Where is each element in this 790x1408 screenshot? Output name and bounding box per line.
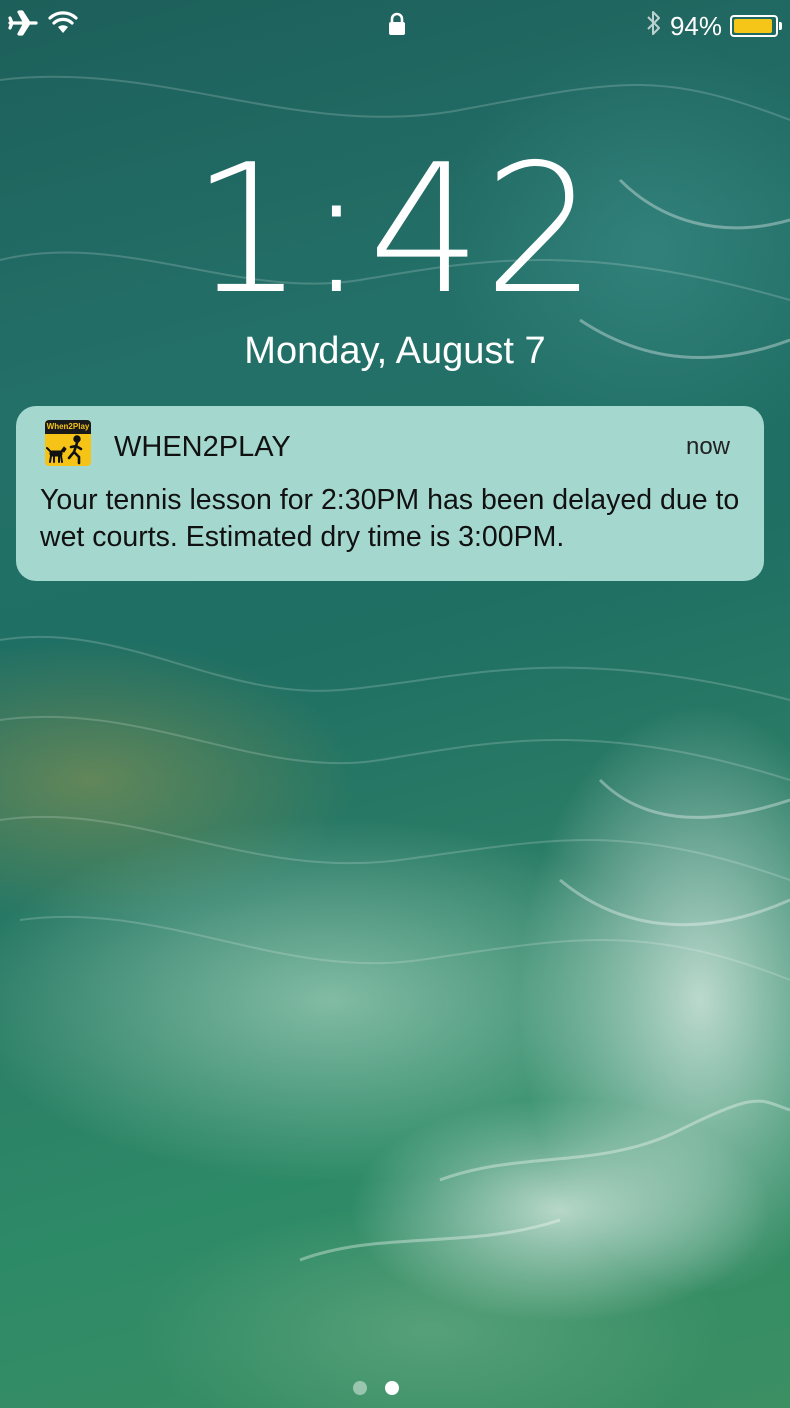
status-bar-left: [8, 10, 78, 41]
battery-cap: [779, 21, 782, 30]
battery-icon: [730, 14, 782, 37]
notification-message: Your tennis lesson for 2:30PM has been d…: [40, 484, 740, 553]
page-indicator[interactable]: [353, 1381, 399, 1395]
notification-card[interactable]: When2Play WHEN2PLAY now Your tennis less…: [16, 406, 764, 581]
app-icon-label: When2Play: [45, 420, 91, 434]
lock-icon: [388, 12, 406, 41]
wifi-icon: [48, 11, 78, 40]
bluetooth-icon: [646, 10, 662, 41]
status-bar-right: 94%: [646, 10, 782, 41]
battery-percentage: 94%: [669, 10, 722, 41]
page-dot-1[interactable]: [353, 1381, 367, 1395]
notification-app-name: WHEN2PLAY: [114, 431, 291, 463]
page-dot-2[interactable]: [385, 1381, 399, 1395]
app-icon: When2Play: [45, 420, 91, 466]
notification-timestamp: now: [685, 433, 730, 460]
dog-and-runner-icon: [46, 435, 83, 465]
lock-screen-date: Monday, August 7: [244, 330, 546, 372]
lock-screen-clock: 1:42: [191, 126, 599, 333]
status-bar: 94%: [0, 0, 790, 50]
battery-level-fill: [734, 18, 772, 33]
airplane-icon: [8, 10, 38, 41]
